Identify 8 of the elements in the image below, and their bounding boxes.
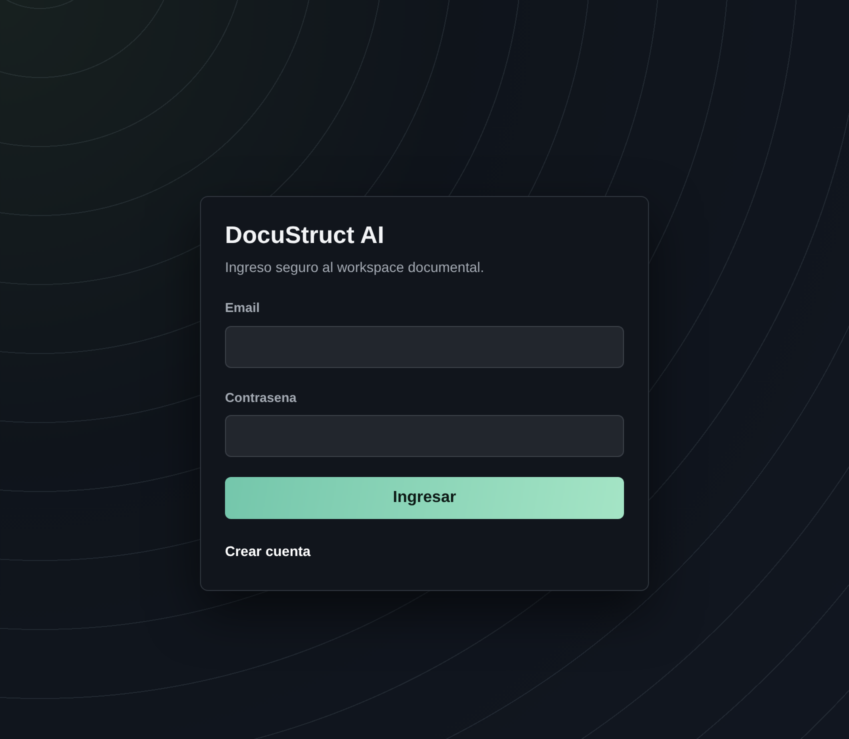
input-field[interactable]	[225, 415, 624, 457]
create-account-link[interactable]: Crear cuenta	[225, 541, 311, 562]
input-field[interactable]	[225, 326, 624, 368]
field-label: Email	[225, 299, 261, 317]
field-label: Contrasena	[225, 388, 298, 406]
app-title: DocuStruct AI	[225, 221, 386, 251]
subtitle: Ingreso seguro al workspace documental.	[225, 258, 486, 277]
submit-button[interactable]: Ingresar	[225, 477, 624, 519]
